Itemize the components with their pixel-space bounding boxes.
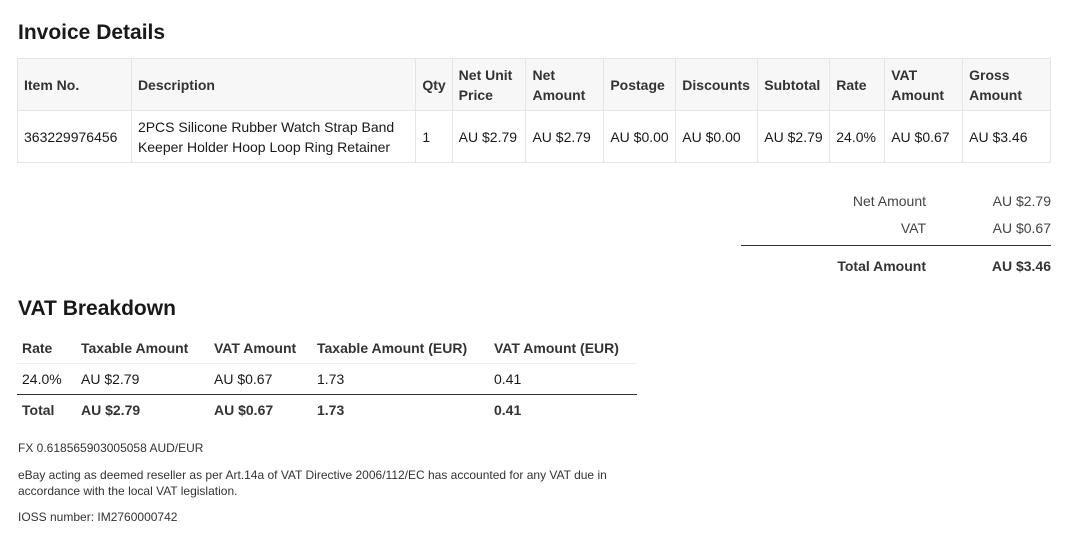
vat-total-taxable: AU $2.79 [76, 394, 209, 425]
fx-rate-note: FX 0.618565903005058 AUD/EUR [18, 441, 204, 455]
invoice-table: Item No. Description Qty Net Unit Price … [17, 58, 1051, 163]
col-discounts: Discounts [675, 58, 759, 111]
vat-total-label: Total [17, 394, 76, 425]
col-net-amount: Net Amount [525, 58, 605, 111]
invoice-header-row: Item No. Description Qty Net Unit Price … [17, 58, 1051, 111]
vat-cell-rate: 24.0% [17, 363, 76, 395]
summary-vat-value: AU $0.67 [992, 219, 1051, 236]
summary-net-row: Net Amount AU $2.79 [741, 187, 1051, 214]
vat-breakdown-title: VAT Breakdown [18, 297, 176, 320]
invoice-title: Invoice Details [18, 21, 166, 44]
summary-total-row: Total Amount AU $3.46 [741, 252, 1051, 279]
vat-breakdown-table: Rate Taxable Amount VAT Amount Taxable A… [17, 333, 637, 425]
col-qty: Qty [415, 58, 453, 111]
summary-vat-label: VAT [900, 219, 926, 236]
reseller-note: eBay acting as deemed reseller as per Ar… [18, 468, 607, 498]
summary-total-label: Total Amount [837, 257, 926, 274]
vat-total-vat: AU $0.67 [209, 394, 312, 425]
table-row: 24.0% AU $2.79 AU $0.67 1.73 0.41 [17, 363, 637, 395]
cell-gross-amount: AU $3.46 [962, 110, 1051, 163]
cell-item-no: 363229976456 [17, 110, 132, 163]
col-vat-amount: VAT Amount [884, 58, 964, 111]
cell-discounts: AU $0.00 [675, 110, 759, 163]
col-description: Description [130, 58, 417, 111]
vat-total-row: Total AU $2.79 AU $0.67 1.73 0.41 [17, 394, 637, 425]
vat-cell-taxable-eur: 1.73 [312, 363, 489, 395]
invoice-summary: Net Amount AU $2.79 VAT AU $0.67 Total A… [741, 187, 1051, 279]
vat-col-taxable: Taxable Amount [81, 340, 189, 356]
summary-net-label: Net Amount [852, 192, 926, 209]
col-net-unit-price: Net Unit Price [451, 58, 527, 111]
vat-col-taxable-eur: Taxable Amount (EUR) [317, 340, 468, 356]
vat-header-row: Rate Taxable Amount VAT Amount Taxable A… [17, 333, 637, 364]
summary-vat-row: VAT AU $0.67 [741, 214, 1051, 241]
vat-cell-vat-eur: 0.41 [489, 363, 637, 395]
vat-total-taxable-eur: 1.73 [312, 394, 489, 425]
cell-postage: AU $0.00 [603, 110, 677, 163]
cell-vat-amount: AU $0.67 [884, 110, 964, 163]
ioss-number: IOSS number: IM2760000742 [18, 510, 178, 524]
col-postage: Postage [603, 58, 677, 111]
cell-subtotal: AU $2.79 [757, 110, 831, 163]
cell-rate: 24.0% [829, 110, 886, 163]
cell-net-unit-price: AU $2.79 [451, 110, 527, 163]
vat-col-rate: Rate [22, 340, 53, 356]
cell-description: 2PCS Silicone Rubber Watch Strap Band Ke… [130, 110, 417, 163]
summary-total-value: AU $3.46 [991, 257, 1051, 274]
vat-col-vat: VAT Amount [214, 340, 297, 356]
col-item-no: Item No. [17, 58, 132, 111]
table-row: 363229976456 2PCS Silicone Rubber Watch … [17, 110, 1051, 163]
summary-net-value: AU $2.79 [992, 192, 1051, 209]
vat-col-vat-eur: VAT Amount (EUR) [494, 340, 619, 356]
vat-total-vat-eur: 0.41 [489, 394, 637, 425]
col-rate: Rate [829, 58, 886, 111]
vat-cell-taxable: AU $2.79 [76, 363, 209, 395]
summary-divider [741, 245, 1051, 246]
cell-net-amount: AU $2.79 [525, 110, 605, 163]
col-subtotal: Subtotal [757, 58, 831, 111]
vat-cell-vat: AU $0.67 [209, 363, 312, 395]
col-gross-amount: Gross Amount [962, 58, 1051, 111]
cell-qty: 1 [415, 110, 453, 163]
